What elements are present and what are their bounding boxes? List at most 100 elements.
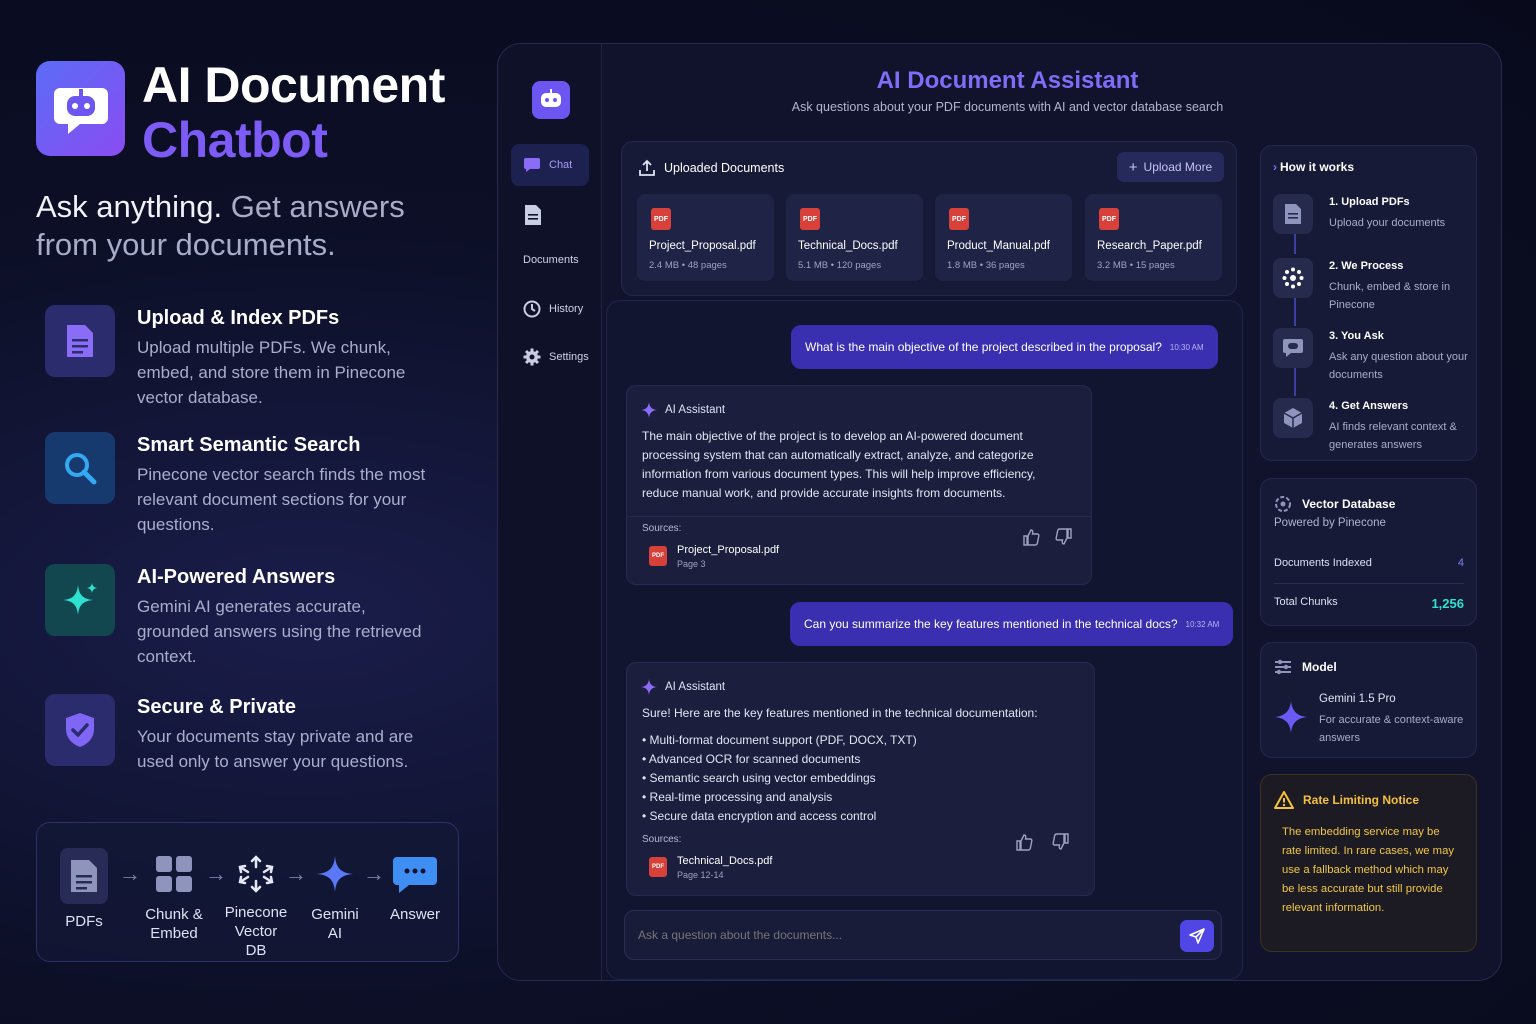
- document-icon[interactable]: [524, 204, 542, 231]
- pipeline-step: Pinecone Vector DB: [223, 823, 289, 960]
- chat-input-bar: [624, 910, 1222, 960]
- nav-item-settings[interactable]: Settings: [523, 348, 601, 366]
- how-it-works-panel: › How it works 1. Upload PDFs Upload your …: [1260, 145, 1477, 461]
- nav-item-documents[interactable]: Documents: [523, 254, 601, 266]
- feature-list: • Multi-format document support (PDF, DO…: [642, 731, 1082, 826]
- process-icon: [1273, 258, 1313, 298]
- panel-title: Uploaded Documents: [664, 161, 785, 175]
- chat-bubble-icon: [393, 855, 437, 895]
- answer-text: The main objective of the project is to …: [642, 429, 1036, 500]
- arrow-icon: →: [119, 861, 141, 886]
- feature-desc: Upload multiple PDFs. We chunk, embed, a…: [137, 338, 406, 407]
- source-document[interactable]: PDF Technical_Docs.pdf Page 12-14: [649, 855, 772, 880]
- model-panel: Model Gemini 1.5 Pro For accurate & cont…: [1260, 642, 1477, 758]
- document-icon: [1273, 194, 1313, 234]
- list-item: • Secure data encryption and access cont…: [642, 809, 877, 823]
- feature-search: Smart Semantic Search Pinecone vector se…: [45, 432, 465, 542]
- hero-title-accent: Chatbot: [142, 112, 328, 168]
- robot-icon: [532, 81, 570, 119]
- feature-title: AI-Powered Answers: [137, 566, 336, 588]
- assistant-message: AI Assistant The main objective of the p…: [626, 385, 1092, 585]
- thumbs-up-icon[interactable]: [1015, 833, 1033, 856]
- pdf-icon: PDF: [649, 857, 667, 877]
- document-icon: [60, 848, 108, 904]
- uploaded-documents-panel: Uploaded Documents + Upload More PDF Proje…: [621, 141, 1237, 296]
- nav-item-history[interactable]: History: [523, 300, 601, 318]
- list-item: • Semantic search using vector embedding…: [642, 771, 876, 785]
- gear-icon: [523, 348, 541, 366]
- sparkle-icon: [641, 679, 657, 695]
- nav-item-chat[interactable]: Chat: [511, 144, 589, 186]
- list-item: • Real-time processing and analysis: [642, 790, 833, 804]
- pdf-icon: PDF: [651, 208, 671, 230]
- send-button[interactable]: [1180, 920, 1214, 952]
- sliders-icon: [1275, 659, 1291, 675]
- assistant-message: AI Assistant Sure! Here are the key feat…: [626, 662, 1095, 896]
- sparkle-icon: [641, 402, 657, 418]
- sparkle-icon: [315, 855, 355, 895]
- how-step: 2. We Process Chunk, embed & store in Pin…: [1273, 258, 1473, 328]
- pdf-icon: PDF: [649, 546, 667, 566]
- thumbs-down-icon[interactable]: [1052, 833, 1070, 856]
- list-item: • Advanced OCR for scanned documents: [642, 752, 861, 766]
- plus-icon: +: [1128, 158, 1138, 176]
- feature-desc: Your documents stay private and are used…: [137, 727, 414, 771]
- pinecone-icon: [236, 853, 276, 895]
- user-message: Can you summarize the key features menti…: [790, 602, 1234, 646]
- list-item: • Multi-format document support (PDF, DO…: [642, 733, 917, 747]
- pdf-icon: PDF: [1099, 208, 1119, 230]
- thumbs-down-icon[interactable]: [1055, 528, 1073, 551]
- divider: [627, 516, 1091, 517]
- upload-icon: [639, 159, 655, 176]
- document-card[interactable]: PDF Research_Paper.pdf 3.2 MB • 15 pages: [1085, 194, 1222, 281]
- rate-limit-notice: Rate Limiting Notice The embedding servi…: [1260, 774, 1477, 952]
- send-icon: [1189, 928, 1205, 944]
- app-subtitle: Ask questions about your PDF documents w…: [791, 100, 1224, 114]
- sidebar: Chat Documents History Settings: [498, 44, 602, 980]
- feature-title: Smart Semantic Search: [137, 434, 361, 456]
- feature-desc: Gemini AI generates accurate, grounded a…: [137, 597, 422, 666]
- pipeline-step: Gemini AI: [303, 823, 367, 943]
- pipeline-step: PDFs: [55, 823, 113, 931]
- pdf-icon: PDF: [800, 208, 820, 230]
- vector-db-panel: Vector Database Powered by Pinecone Docu…: [1260, 478, 1477, 626]
- feature-upload: Upload & Index PDFs Upload multiple PDFs…: [45, 305, 465, 415]
- pipeline-diagram: PDFs → Chunk & Embed → Pinecone Vector D…: [36, 822, 459, 962]
- document-card[interactable]: PDF Product_Manual.pdf 1.8 MB • 36 pages: [935, 194, 1072, 281]
- warning-icon: [1274, 791, 1294, 809]
- app-logo: [36, 61, 125, 156]
- feature-desc: Pinecone vector search finds the most re…: [137, 465, 426, 534]
- search-icon: [45, 432, 115, 504]
- app-title: AI Document Assistant: [876, 67, 1139, 94]
- divider: [1274, 583, 1464, 584]
- document-icon: [45, 305, 115, 377]
- sparkle-icon: [45, 564, 115, 636]
- user-message: What is the main objective of the projec…: [791, 325, 1218, 369]
- chat-input[interactable]: [625, 911, 1165, 959]
- document-card[interactable]: PDF Project_Proposal.pdf 2.4 MB • 48 pages: [637, 194, 774, 281]
- answer-cube-icon: [1273, 398, 1313, 438]
- upload-more-button[interactable]: + Upload More: [1117, 152, 1224, 182]
- how-step: 3. You Ask Ask any question about your do…: [1273, 328, 1473, 398]
- source-document[interactable]: PDF Project_Proposal.pdf Page 3: [649, 544, 779, 569]
- chat-area: What is the main objective of the projec…: [606, 300, 1243, 980]
- pipeline-step: Answer: [387, 823, 443, 924]
- answer-text: Sure! Here are the key features mentione…: [642, 706, 1038, 720]
- pipeline-step: Chunk & Embed: [141, 823, 207, 943]
- how-step: 1. Upload PDFs Upload your documents: [1273, 194, 1473, 264]
- how-step: 4. Get Answers AI finds relevant context …: [1273, 398, 1473, 468]
- feature-title: Secure & Private: [137, 696, 296, 718]
- document-card[interactable]: PDF Technical_Docs.pdf 5.1 MB • 120 pages: [786, 194, 923, 281]
- chat-bot-icon: [1273, 328, 1313, 368]
- arrow-icon: →: [363, 861, 385, 886]
- feature-title: Upload & Index PDFs: [137, 307, 340, 329]
- thumbs-up-icon[interactable]: [1022, 528, 1040, 551]
- chevron-right-icon: ›: [1273, 160, 1277, 174]
- database-icon: [1275, 496, 1291, 512]
- hero-tagline: Ask anything. Get answers from your docu…: [36, 189, 405, 262]
- robot-chat-icon: [53, 87, 108, 134]
- hero-title: AI Document: [142, 57, 445, 113]
- clock-icon: [523, 300, 541, 318]
- documents-indexed-row: Documents Indexed 4: [1274, 557, 1464, 569]
- shield-icon: [45, 694, 115, 766]
